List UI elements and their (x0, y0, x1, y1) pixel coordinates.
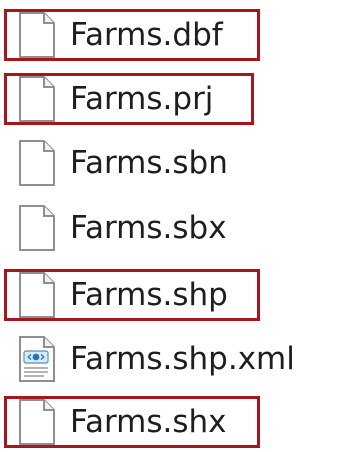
file-name: Farms.shp (70, 276, 228, 313)
file-name: Farms.shp.xml (70, 340, 295, 377)
blank-file-icon (19, 272, 55, 318)
blank-file-icon (19, 76, 55, 122)
file-item-farms-shp[interactable]: Farms.shp (4, 269, 260, 321)
file-item-farms-shp-xml[interactable]: Farms.shp.xml (14, 333, 295, 385)
file-name: Farms.shx (70, 403, 227, 440)
file-name: Farms.sbx (70, 209, 227, 246)
xml-file-icon (19, 336, 55, 382)
file-item-farms-shx[interactable]: Farms.shx (4, 396, 260, 448)
file-item-farms-prj[interactable]: Farms.prj (4, 73, 254, 125)
file-list: Farms.dbf Farms.prj Farms.sbn Farms.sbx … (0, 0, 342, 452)
blank-file-icon (19, 399, 55, 445)
blank-file-icon (19, 205, 55, 251)
blank-file-icon (19, 140, 55, 186)
file-item-farms-dbf[interactable]: Farms.dbf (4, 9, 260, 61)
file-item-farms-sbx[interactable]: Farms.sbx (14, 202, 227, 254)
file-item-farms-sbn[interactable]: Farms.sbn (14, 137, 228, 189)
blank-file-icon (19, 12, 55, 58)
file-name: Farms.prj (70, 80, 214, 117)
file-name: Farms.sbn (70, 144, 228, 181)
file-name: Farms.dbf (70, 16, 223, 53)
